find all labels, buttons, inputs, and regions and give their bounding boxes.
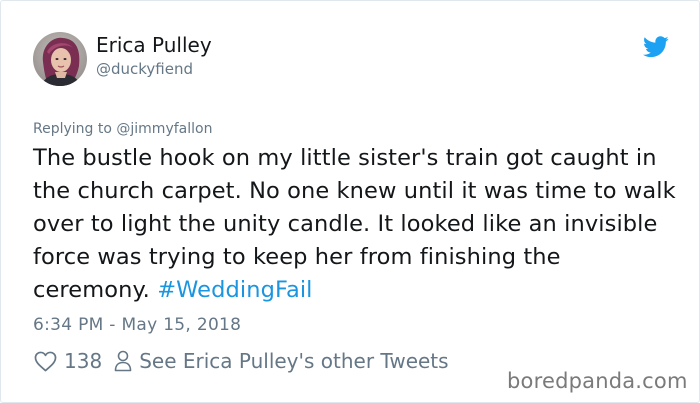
hashtag-link[interactable]: #WeddingFail: [157, 277, 312, 303]
tweet-actions: 138 See Erica Pulley's other Tweets: [34, 347, 449, 375]
person-icon: [114, 350, 132, 372]
twitter-bird-icon[interactable]: [643, 36, 669, 58]
avatar-image: [33, 32, 87, 86]
tweet-text: The bustle hook on my little sister's tr…: [33, 142, 683, 307]
other-tweets-link[interactable]: See Erica Pulley's other Tweets: [139, 349, 448, 373]
heart-icon[interactable]: [34, 351, 57, 372]
reply-context: Replying to @jimmyfallon: [33, 119, 212, 139]
like-count: 138: [64, 349, 103, 373]
reply-mention-link[interactable]: @jimmyfallon: [116, 121, 212, 137]
watermark: boredpanda.com: [507, 369, 688, 393]
avatar[interactable]: [33, 32, 87, 86]
tweet-card: Erica Pulley @duckyfiend Replying to @ji…: [0, 0, 700, 403]
tweet-timestamp[interactable]: 6:34 PM - May 15, 2018: [33, 313, 241, 337]
user-handle[interactable]: @duckyfiend: [96, 59, 193, 79]
reply-prefix: Replying to: [33, 121, 117, 137]
tweet-body: The bustle hook on my little sister's tr…: [33, 145, 676, 303]
user-display-name[interactable]: Erica Pulley: [96, 33, 212, 57]
